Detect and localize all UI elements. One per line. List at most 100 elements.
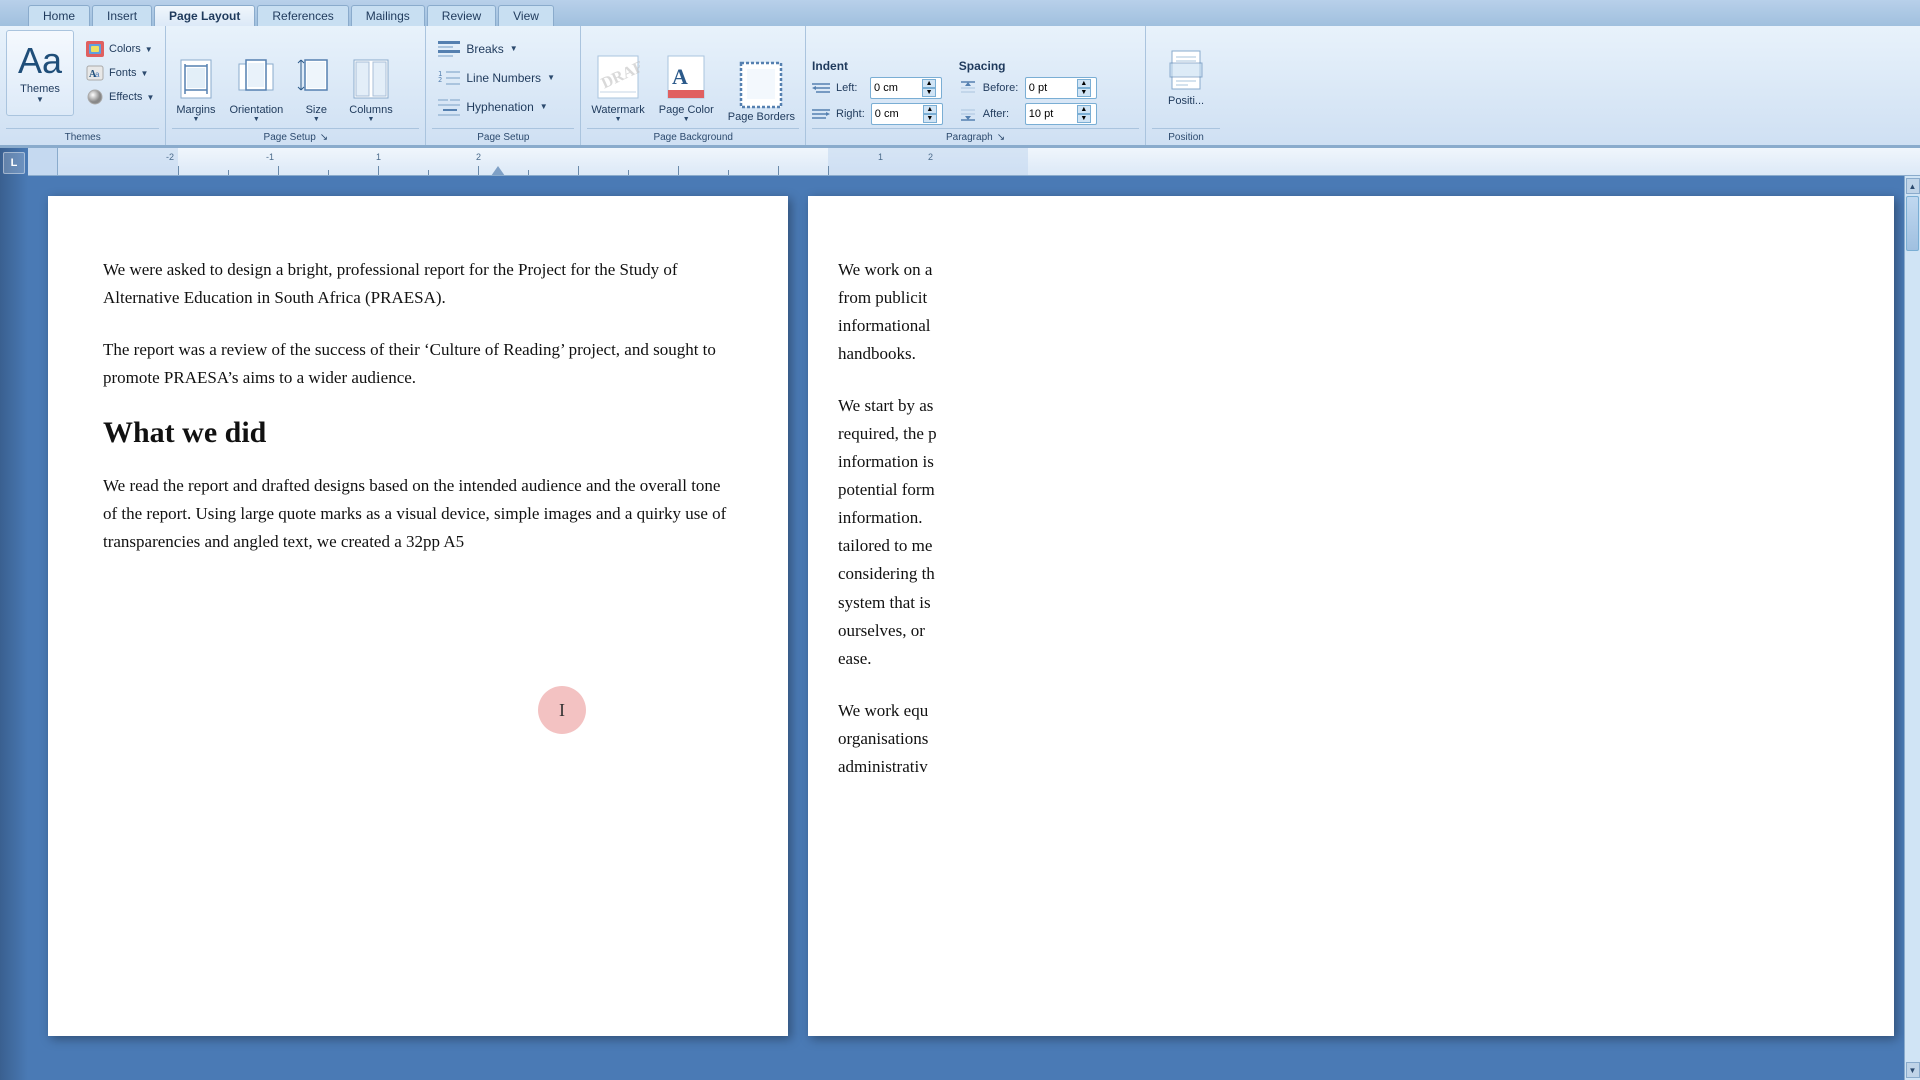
breaks-button[interactable]: Breaks ▼ [432,36,523,62]
indent-left-down[interactable]: ▼ [922,88,936,97]
tab-review[interactable]: Review [427,5,496,26]
indent-right-spinner[interactable]: ▲ ▼ [923,105,937,123]
indent-right-row: Right: ▲ ▼ [812,103,943,125]
indent-left-label: Left: [836,82,864,94]
margins-button[interactable]: Margins ▼ [172,56,219,125]
ribbon: Home Insert Page Layout References Maili… [0,0,1920,148]
ruler: -2 -1 1 2 1 2 [58,148,1920,175]
orientation-icon [237,58,275,104]
page-borders-button[interactable]: Page Borders [724,59,799,125]
svg-text:1: 1 [376,152,381,162]
spacing-before-spinner[interactable]: ▲ ▼ [1077,79,1091,97]
scroll-down-arrow[interactable]: ▼ [1906,1062,1920,1078]
page1-heading: What we did [103,416,733,450]
page-setup-expand-icon[interactable]: ↘ [320,132,328,143]
hyphenation-icon [438,97,460,117]
svg-text:2: 2 [438,76,442,84]
indent-label: Indent [812,59,943,73]
indent-left-input[interactable]: ▲ ▼ [870,77,942,99]
indent-right-up[interactable]: ▲ [923,105,937,114]
pages-scroll-area[interactable]: We were asked to design a bright, profes… [28,176,1920,1080]
spacing-after-value[interactable] [1029,108,1077,120]
position-group: Positi... Position [1146,26,1226,145]
hyphenation-button[interactable]: Hyphenation ▼ [432,94,553,120]
page2-para2: We start by asrequired, the pinformation… [838,392,1864,672]
page-setup-group-label: Page Setup ↘ [172,128,419,143]
colors-icon-svg [86,41,104,57]
breaks-arrow: ▼ [510,44,518,53]
fonts-button[interactable]: Aa Fonts ▼ [80,62,159,84]
position-button[interactable]: Positi... [1158,45,1214,111]
page-borders-icon [739,61,783,111]
fonts-icon: Aa [85,64,105,82]
size-icon [297,58,335,104]
page1-para3: We read the report and drafted designs b… [103,472,733,556]
cursor-indicator: I [538,686,586,734]
spacing-before-input[interactable]: ▲ ▼ [1025,77,1097,99]
breaks-group-label: Page Setup [432,128,574,143]
spacing-after-spinner[interactable]: ▲ ▼ [1077,105,1091,123]
colors-button[interactable]: Colors ▼ [80,38,159,60]
tab-page-layout[interactable]: Page Layout [154,5,255,26]
spacing-before-down[interactable]: ▼ [1077,88,1091,97]
breaks-group: Breaks ▼ 12 Line Numbers ▼ Hyphenation ▼… [426,26,581,145]
themes-dropdown-arrow: ▼ [36,95,44,104]
ruler-svg: -2 -1 1 2 1 2 [58,148,1920,175]
page1-para2: The report was a review of the success o… [103,336,733,392]
document-area: L [0,148,1920,1080]
paragraph-group-label: Paragraph ↘ [812,128,1139,143]
line-numbers-button[interactable]: 12 Line Numbers ▼ [432,65,561,91]
scroll-thumb[interactable] [1906,196,1919,251]
sidebar-label-btn[interactable]: L [3,152,25,174]
tab-view[interactable]: View [498,5,554,26]
paragraph-expand-icon[interactable]: ↘ [997,132,1005,143]
size-label: Size [306,104,327,116]
indent-right-value[interactable] [875,108,923,120]
tab-mailings[interactable]: Mailings [351,5,425,26]
spacing-before-up[interactable]: ▲ [1077,79,1091,88]
indent-section: Indent Left: ▲ ▼ [812,59,943,125]
page-color-button[interactable]: A Page Color ▼ [655,52,718,125]
breaks-icon [438,39,460,59]
spacing-after-input[interactable]: ▲ ▼ [1025,103,1097,125]
indent-left-value[interactable] [874,82,922,94]
scroll-up-arrow[interactable]: ▲ [1906,178,1920,194]
spacing-before-row: Before: ▲ ▼ [959,77,1097,99]
spacing-after-up[interactable]: ▲ [1077,105,1091,114]
page-color-label: Page Color [659,104,714,116]
indent-left-up[interactable]: ▲ [922,79,936,88]
orientation-button[interactable]: Orientation ▼ [225,56,287,125]
size-button[interactable]: Size ▼ [293,56,339,125]
fonts-label: Fonts [109,67,137,79]
size-arrow: ▼ [313,116,320,123]
indent-right-icon [812,107,830,121]
indent-right-input[interactable]: ▲ ▼ [871,103,943,125]
columns-arrow: ▼ [368,116,375,123]
spacing-after-label: After: [983,108,1019,120]
columns-button[interactable]: Columns ▼ [345,56,396,125]
effects-button[interactable]: Effects ▼ [80,86,159,108]
paragraph-group: Indent Left: ▲ ▼ [806,26,1146,145]
orientation-arrow: ▼ [253,116,260,123]
spacing-label: Spacing [959,59,1097,73]
left-sidebar: L [0,148,28,1080]
vertical-scrollbar[interactable]: ▲ ▼ [1904,176,1920,1080]
svg-text:a: a [95,70,100,79]
svg-text:2: 2 [476,152,481,162]
spacing-before-label: Before: [983,82,1019,94]
indent-left-icon [812,81,830,95]
themes-button[interactable]: Aa Themes ▼ [6,30,74,116]
orientation-label: Orientation [229,104,283,116]
spacing-after-down[interactable]: ▼ [1077,114,1091,123]
tab-home[interactable]: Home [28,5,90,26]
indent-right-down[interactable]: ▼ [923,114,937,123]
watermark-button[interactable]: DRAFT Watermark ▼ [587,52,648,125]
breaks-label: Breaks [466,42,503,56]
ribbon-bar: Aa Themes ▼ Colors ▼ Aa [0,26,1920,146]
tab-references[interactable]: References [257,5,348,26]
page-color-arrow: ▼ [683,116,690,123]
tab-insert[interactable]: Insert [92,5,152,26]
spacing-before-value[interactable] [1029,82,1077,94]
cursor-icon: I [559,700,565,721]
indent-left-spinner[interactable]: ▲ ▼ [922,79,936,97]
